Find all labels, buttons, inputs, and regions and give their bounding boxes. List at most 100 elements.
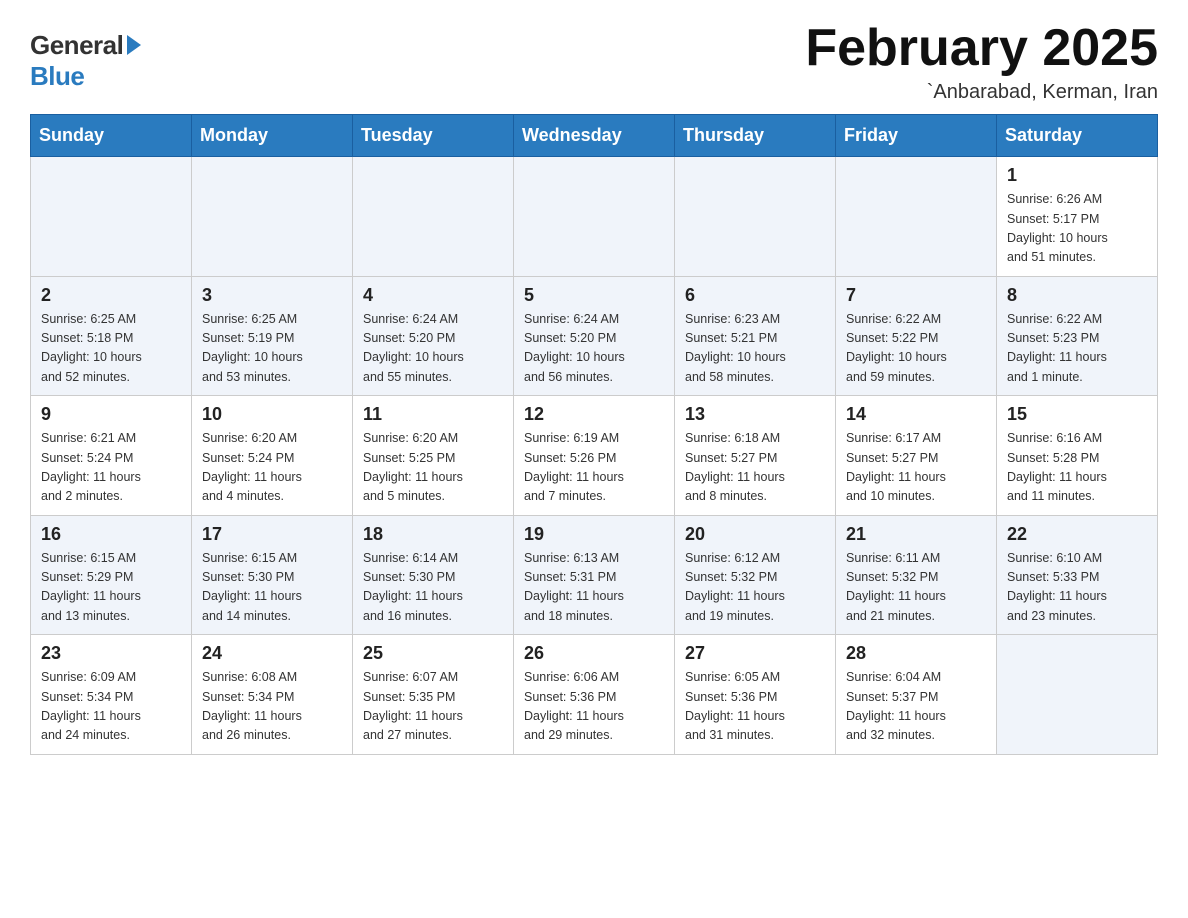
day-info: Sunrise: 6:18 AM Sunset: 5:27 PM Dayligh… [685, 429, 825, 507]
calendar-cell: 15Sunrise: 6:16 AM Sunset: 5:28 PM Dayli… [997, 396, 1158, 516]
day-number: 19 [524, 524, 664, 545]
day-info: Sunrise: 6:08 AM Sunset: 5:34 PM Dayligh… [202, 668, 342, 746]
day-info: Sunrise: 6:06 AM Sunset: 5:36 PM Dayligh… [524, 668, 664, 746]
calendar-cell: 16Sunrise: 6:15 AM Sunset: 5:29 PM Dayli… [31, 515, 192, 635]
calendar-cell: 5 Sunrise: 6:24 AM Sunset: 5:20 PM Daylig… [514, 276, 675, 396]
day-of-week-saturday: Saturday [997, 115, 1158, 157]
logo-blue-text: Blue [30, 61, 84, 92]
calendar-week-4: 16Sunrise: 6:15 AM Sunset: 5:29 PM Dayli… [31, 515, 1158, 635]
day-number: 4 [363, 285, 503, 306]
calendar-cell: 25 Sunrise: 6:07 AM Sunset: 5:35 PM Dayli… [353, 635, 514, 755]
calendar-cell [997, 635, 1158, 755]
day-number: 25 [363, 643, 503, 664]
day-info: Sunrise: 6:24 AM Sunset: 5:20 PM Dayligh… [363, 310, 503, 388]
day-number: 11 [363, 404, 503, 425]
calendar-cell [192, 157, 353, 277]
calendar-cell: 8 Sunrise: 6:22 AM Sunset: 5:23 PM Daylig… [997, 276, 1158, 396]
calendar-table: SundayMondayTuesdayWednesdayThursdayFrid… [30, 114, 1158, 755]
day-number: 13 [685, 404, 825, 425]
day-number: 5 [524, 285, 664, 306]
calendar-cell [31, 157, 192, 277]
days-of-week-row: SundayMondayTuesdayWednesdayThursdayFrid… [31, 115, 1158, 157]
day-info: Sunrise: 6:20 AM Sunset: 5:24 PM Dayligh… [202, 429, 342, 507]
day-number: 22 [1007, 524, 1147, 545]
calendar-cell: 4 Sunrise: 6:24 AM Sunset: 5:20 PM Daylig… [353, 276, 514, 396]
calendar-cell [353, 157, 514, 277]
calendar-cell: 7Sunrise: 6:22 AM Sunset: 5:22 PM Daylig… [836, 276, 997, 396]
day-number: 20 [685, 524, 825, 545]
title-block: February 2025 `Anbarabad, Kerman, Iran [805, 20, 1158, 104]
day-number: 23 [41, 643, 181, 664]
day-of-week-thursday: Thursday [675, 115, 836, 157]
calendar-cell [836, 157, 997, 277]
calendar-week-2: 2Sunrise: 6:25 AM Sunset: 5:18 PM Daylig… [31, 276, 1158, 396]
day-number: 1 [1007, 165, 1147, 186]
calendar-cell: 28 Sunrise: 6:04 AM Sunset: 5:37 PM Dayli… [836, 635, 997, 755]
calendar-cell: 9 Sunrise: 6:21 AM Sunset: 5:24 PM Daylig… [31, 396, 192, 516]
day-of-week-sunday: Sunday [31, 115, 192, 157]
calendar-cell: 23 Sunrise: 6:09 AM Sunset: 5:34 PM Dayli… [31, 635, 192, 755]
calendar-cell: 10 Sunrise: 6:20 AM Sunset: 5:24 PM Dayli… [192, 396, 353, 516]
day-info: Sunrise: 6:25 AM Sunset: 5:18 PM Dayligh… [41, 310, 181, 388]
day-of-week-wednesday: Wednesday [514, 115, 675, 157]
day-number: 10 [202, 404, 342, 425]
day-number: 14 [846, 404, 986, 425]
day-info: Sunrise: 6:14 AM Sunset: 5:30 PM Dayligh… [363, 549, 503, 627]
day-number: 21 [846, 524, 986, 545]
calendar-cell: 22 Sunrise: 6:10 AM Sunset: 5:33 PM Dayli… [997, 515, 1158, 635]
calendar-cell: 27 Sunrise: 6:05 AM Sunset: 5:36 PM Dayli… [675, 635, 836, 755]
day-number: 18 [363, 524, 503, 545]
day-number: 28 [846, 643, 986, 664]
calendar-cell: 2Sunrise: 6:25 AM Sunset: 5:18 PM Daylig… [31, 276, 192, 396]
day-info: Sunrise: 6:07 AM Sunset: 5:35 PM Dayligh… [363, 668, 503, 746]
calendar-cell: 12 Sunrise: 6:19 AM Sunset: 5:26 PM Dayli… [514, 396, 675, 516]
day-number: 8 [1007, 285, 1147, 306]
logo-arrow-icon [127, 35, 141, 55]
calendar-cell: 3Sunrise: 6:25 AM Sunset: 5:19 PM Daylig… [192, 276, 353, 396]
calendar-cell [675, 157, 836, 277]
day-number: 6 [685, 285, 825, 306]
day-info: Sunrise: 6:09 AM Sunset: 5:34 PM Dayligh… [41, 668, 181, 746]
day-info: Sunrise: 6:21 AM Sunset: 5:24 PM Dayligh… [41, 429, 181, 507]
day-info: Sunrise: 6:10 AM Sunset: 5:33 PM Dayligh… [1007, 549, 1147, 627]
calendar-cell: 17Sunrise: 6:15 AM Sunset: 5:30 PM Dayli… [192, 515, 353, 635]
day-info: Sunrise: 6:23 AM Sunset: 5:21 PM Dayligh… [685, 310, 825, 388]
day-number: 27 [685, 643, 825, 664]
calendar-week-5: 23 Sunrise: 6:09 AM Sunset: 5:34 PM Dayli… [31, 635, 1158, 755]
day-info: Sunrise: 6:13 AM Sunset: 5:31 PM Dayligh… [524, 549, 664, 627]
day-number: 16 [41, 524, 181, 545]
calendar-cell: 14 Sunrise: 6:17 AM Sunset: 5:27 PM Dayli… [836, 396, 997, 516]
day-info: Sunrise: 6:22 AM Sunset: 5:23 PM Dayligh… [1007, 310, 1147, 388]
day-info: Sunrise: 6:20 AM Sunset: 5:25 PM Dayligh… [363, 429, 503, 507]
calendar-cell: 19 Sunrise: 6:13 AM Sunset: 5:31 PM Dayli… [514, 515, 675, 635]
day-of-week-friday: Friday [836, 115, 997, 157]
calendar-cell: 1 Sunrise: 6:26 AM Sunset: 5:17 PM Daylig… [997, 157, 1158, 277]
calendar-cell: 20Sunrise: 6:12 AM Sunset: 5:32 PM Dayli… [675, 515, 836, 635]
calendar-week-3: 9 Sunrise: 6:21 AM Sunset: 5:24 PM Daylig… [31, 396, 1158, 516]
calendar-header: SundayMondayTuesdayWednesdayThursdayFrid… [31, 115, 1158, 157]
calendar-week-1: 1 Sunrise: 6:26 AM Sunset: 5:17 PM Daylig… [31, 157, 1158, 277]
calendar-cell: 11 Sunrise: 6:20 AM Sunset: 5:25 PM Dayli… [353, 396, 514, 516]
day-info: Sunrise: 6:05 AM Sunset: 5:36 PM Dayligh… [685, 668, 825, 746]
day-info: Sunrise: 6:15 AM Sunset: 5:30 PM Dayligh… [202, 549, 342, 627]
calendar-cell: 24Sunrise: 6:08 AM Sunset: 5:34 PM Dayli… [192, 635, 353, 755]
day-number: 12 [524, 404, 664, 425]
calendar-cell: 26 Sunrise: 6:06 AM Sunset: 5:36 PM Dayli… [514, 635, 675, 755]
day-info: Sunrise: 6:19 AM Sunset: 5:26 PM Dayligh… [524, 429, 664, 507]
day-number: 26 [524, 643, 664, 664]
day-info: Sunrise: 6:04 AM Sunset: 5:37 PM Dayligh… [846, 668, 986, 746]
calendar-cell: 6 Sunrise: 6:23 AM Sunset: 5:21 PM Daylig… [675, 276, 836, 396]
location-text: `Anbarabad, Kerman, Iran [805, 81, 1158, 104]
day-info: Sunrise: 6:24 AM Sunset: 5:20 PM Dayligh… [524, 310, 664, 388]
calendar-cell [514, 157, 675, 277]
logo: General Blue [30, 30, 141, 92]
day-number: 7 [846, 285, 986, 306]
day-number: 9 [41, 404, 181, 425]
calendar-cell: 18 Sunrise: 6:14 AM Sunset: 5:30 PM Dayli… [353, 515, 514, 635]
day-of-week-monday: Monday [192, 115, 353, 157]
day-info: Sunrise: 6:11 AM Sunset: 5:32 PM Dayligh… [846, 549, 986, 627]
day-info: Sunrise: 6:26 AM Sunset: 5:17 PM Dayligh… [1007, 190, 1147, 268]
page-header: General Blue February 2025 `Anbarabad, K… [30, 20, 1158, 104]
day-info: Sunrise: 6:17 AM Sunset: 5:27 PM Dayligh… [846, 429, 986, 507]
day-info: Sunrise: 6:25 AM Sunset: 5:19 PM Dayligh… [202, 310, 342, 388]
